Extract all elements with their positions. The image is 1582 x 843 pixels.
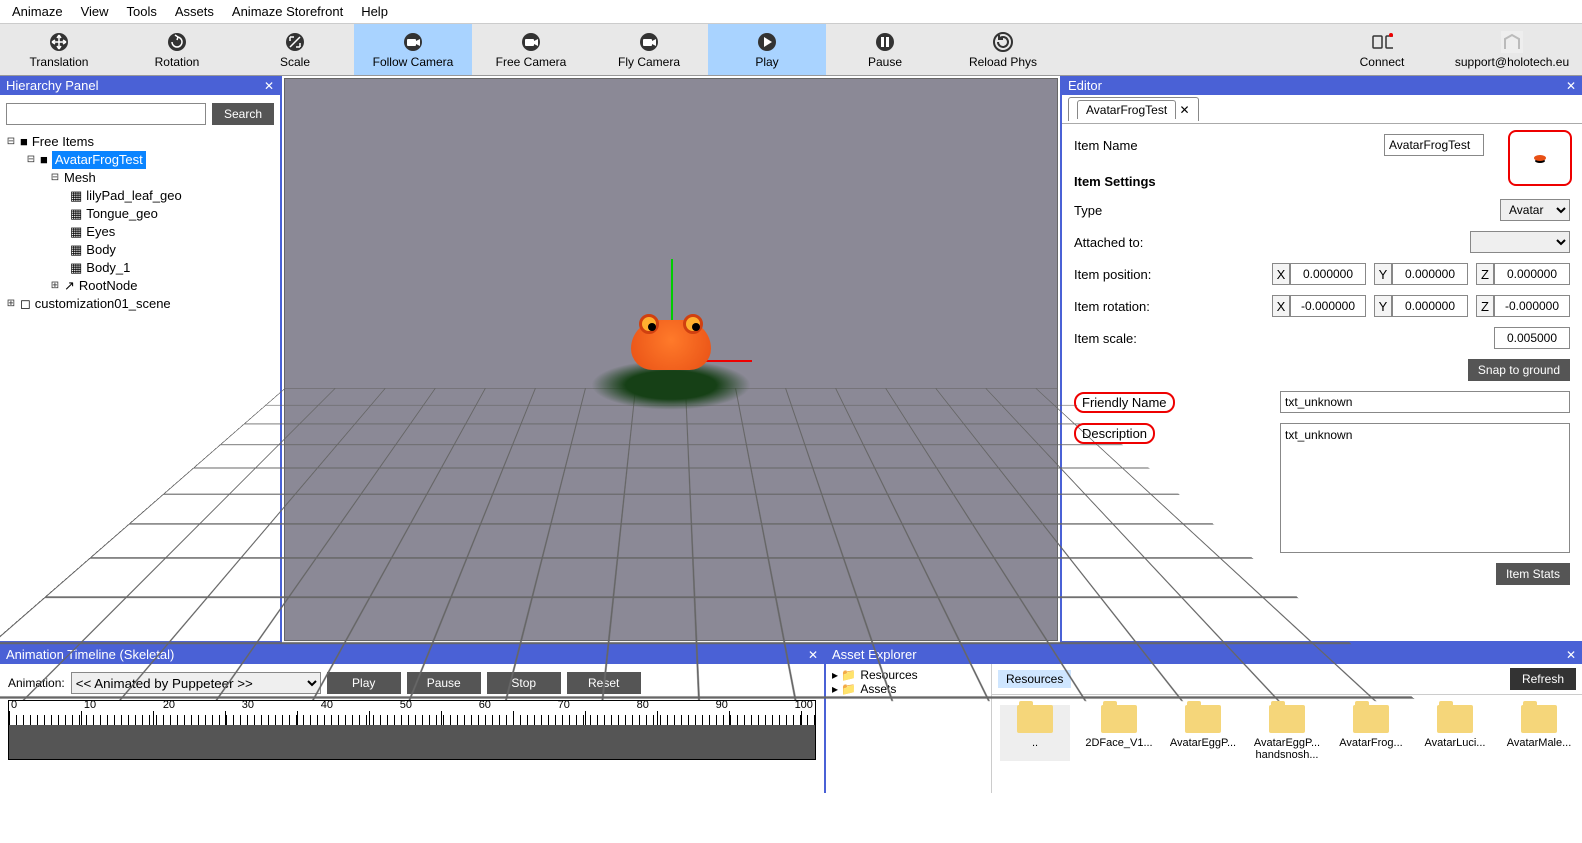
menu-animaze[interactable]: Animaze <box>12 4 63 19</box>
pause-label: Pause <box>868 55 902 69</box>
close-icon[interactable]: ✕ <box>264 79 274 93</box>
timeline-ruler[interactable]: 01020 304050 607080 90100 <box>8 700 816 760</box>
tree-item[interactable]: ▦ Body <box>6 241 274 259</box>
camera-icon <box>402 31 424 53</box>
pos-x-input[interactable] <box>1290 263 1366 285</box>
rotation-icon <box>166 31 188 53</box>
item-name-input[interactable] <box>1384 134 1484 156</box>
tree-item[interactable]: ▦ Body_1 <box>6 259 274 277</box>
rotation-label: Rotation <box>155 55 200 69</box>
tree-rootnode[interactable]: ⊞↗ RootNode <box>6 277 274 295</box>
tree-root[interactable]: ⊟■ Free Items <box>6 133 274 151</box>
menu-help[interactable]: Help <box>361 4 388 19</box>
type-label: Type <box>1074 203 1254 218</box>
translation-icon <box>48 31 70 53</box>
free-camera-label: Free Camera <box>496 55 567 69</box>
rotation-button[interactable]: Rotation <box>118 24 236 75</box>
pause-button[interactable]: Pause <box>826 24 944 75</box>
friendly-name-label: Friendly Name <box>1074 392 1175 413</box>
tree-item[interactable]: ▦ lilyPad_leaf_geo <box>6 187 274 205</box>
editor-title: Editor <box>1068 78 1102 93</box>
tree-mesh[interactable]: ⊟ Mesh <box>6 169 274 187</box>
snap-to-ground-button[interactable]: Snap to ground <box>1468 359 1570 381</box>
logo-icon <box>1501 31 1523 53</box>
asset-item[interactable]: AvatarLuci... <box>1420 705 1490 761</box>
editor-tab[interactable]: AvatarFrogTest ✕ <box>1068 97 1199 121</box>
refresh-button[interactable]: Refresh <box>1510 668 1576 690</box>
scale-button[interactable]: Scale <box>236 24 354 75</box>
camera-icon <box>520 31 542 53</box>
asset-item[interactable]: AvatarMale... <box>1504 705 1574 761</box>
rot-x-input[interactable] <box>1290 295 1366 317</box>
camera-icon <box>638 31 660 53</box>
position-label: Item position: <box>1074 267 1254 282</box>
type-select[interactable]: Avatar <box>1500 199 1570 221</box>
description-textarea[interactable]: txt_unknown <box>1280 423 1570 553</box>
asset-item[interactable]: AvatarEggP... <box>1168 705 1238 761</box>
tree-item[interactable]: ▦ Tongue_geo <box>6 205 274 223</box>
fly-camera-label: Fly Camera <box>618 55 680 69</box>
hierarchy-search-input[interactable] <box>6 103 206 125</box>
connect-button[interactable]: Connect <box>1322 24 1442 75</box>
translation-button[interactable]: Translation <box>0 24 118 75</box>
play-label: Play <box>755 55 778 69</box>
friendly-name-input[interactable] <box>1280 391 1570 413</box>
scale-label: Item scale: <box>1074 331 1254 346</box>
menu-assets[interactable]: Assets <box>175 4 214 19</box>
item-name-label: Item Name <box>1074 138 1254 153</box>
pos-z-input[interactable] <box>1494 263 1570 285</box>
asset-item[interactable]: AvatarEggP... handsnosh... <box>1252 705 1322 761</box>
close-icon[interactable]: ✕ <box>1566 79 1576 93</box>
editor-tab-bar: AvatarFrogTest ✕ <box>1062 95 1582 124</box>
play-button[interactable]: Play <box>708 24 826 75</box>
connect-label: Connect <box>1360 55 1405 69</box>
scale-input[interactable] <box>1494 327 1570 349</box>
item-stats-button[interactable]: Item Stats <box>1496 563 1570 585</box>
follow-camera-button[interactable]: Follow Camera <box>354 24 472 75</box>
free-camera-button[interactable]: Free Camera <box>472 24 590 75</box>
scale-label: Scale <box>280 55 310 69</box>
hierarchy-title: Hierarchy Panel <box>6 78 99 93</box>
close-icon[interactable]: ✕ <box>1566 648 1576 662</box>
pause-icon <box>874 31 896 53</box>
asset-item[interactable]: .. <box>1000 705 1070 761</box>
connect-icon <box>1371 31 1393 53</box>
tree-avatar[interactable]: ⊟■ AvatarFrogTest <box>6 151 274 169</box>
scale-icon <box>284 31 306 53</box>
menu-storefront[interactable]: Animaze Storefront <box>232 4 343 19</box>
menu-bar: Animaze View Tools Assets Animaze Storef… <box>0 0 1582 24</box>
menu-tools[interactable]: Tools <box>127 4 157 19</box>
rotation-label: Item rotation: <box>1074 299 1254 314</box>
reload-phys-button[interactable]: Reload Phys <box>944 24 1062 75</box>
reload-icon <box>992 31 1014 53</box>
avatar-frog <box>591 320 751 370</box>
translation-label: Translation <box>30 55 89 69</box>
pos-y-input[interactable] <box>1392 263 1468 285</box>
tree-custom[interactable]: ⊞◻ customization01_scene <box>6 295 274 313</box>
menu-view[interactable]: View <box>81 4 109 19</box>
editor-panel: Editor ✕ AvatarFrogTest ✕ Item Name Item… <box>1060 76 1582 643</box>
follow-camera-label: Follow Camera <box>373 55 454 69</box>
rot-z-input[interactable] <box>1494 295 1570 317</box>
hierarchy-search-button[interactable]: Search <box>212 103 274 125</box>
attached-select[interactable] <box>1470 231 1570 253</box>
tree-item[interactable]: ▦ Eyes <box>6 223 274 241</box>
reload-phys-label: Reload Phys <box>969 55 1037 69</box>
item-settings-header: Item Settings <box>1074 174 1156 189</box>
fly-camera-button[interactable]: Fly Camera <box>590 24 708 75</box>
attached-label: Attached to: <box>1074 235 1254 250</box>
asset-item[interactable]: AvatarFrog... <box>1336 705 1406 761</box>
viewport-3d[interactable] <box>284 78 1058 641</box>
thumbnail-preview[interactable] <box>1508 130 1572 186</box>
rot-y-input[interactable] <box>1392 295 1468 317</box>
support-label: support@holotech.eu <box>1455 55 1569 69</box>
support-button[interactable]: support@holotech.eu <box>1442 24 1582 75</box>
asset-item[interactable]: 2DFace_V1... <box>1084 705 1154 761</box>
hierarchy-header: Hierarchy Panel ✕ <box>0 76 280 95</box>
play-icon <box>756 31 778 53</box>
toolbar: Translation Rotation Scale Follow Camera… <box>0 24 1582 76</box>
editor-header: Editor ✕ <box>1062 76 1582 95</box>
description-label: Description <box>1074 423 1155 444</box>
